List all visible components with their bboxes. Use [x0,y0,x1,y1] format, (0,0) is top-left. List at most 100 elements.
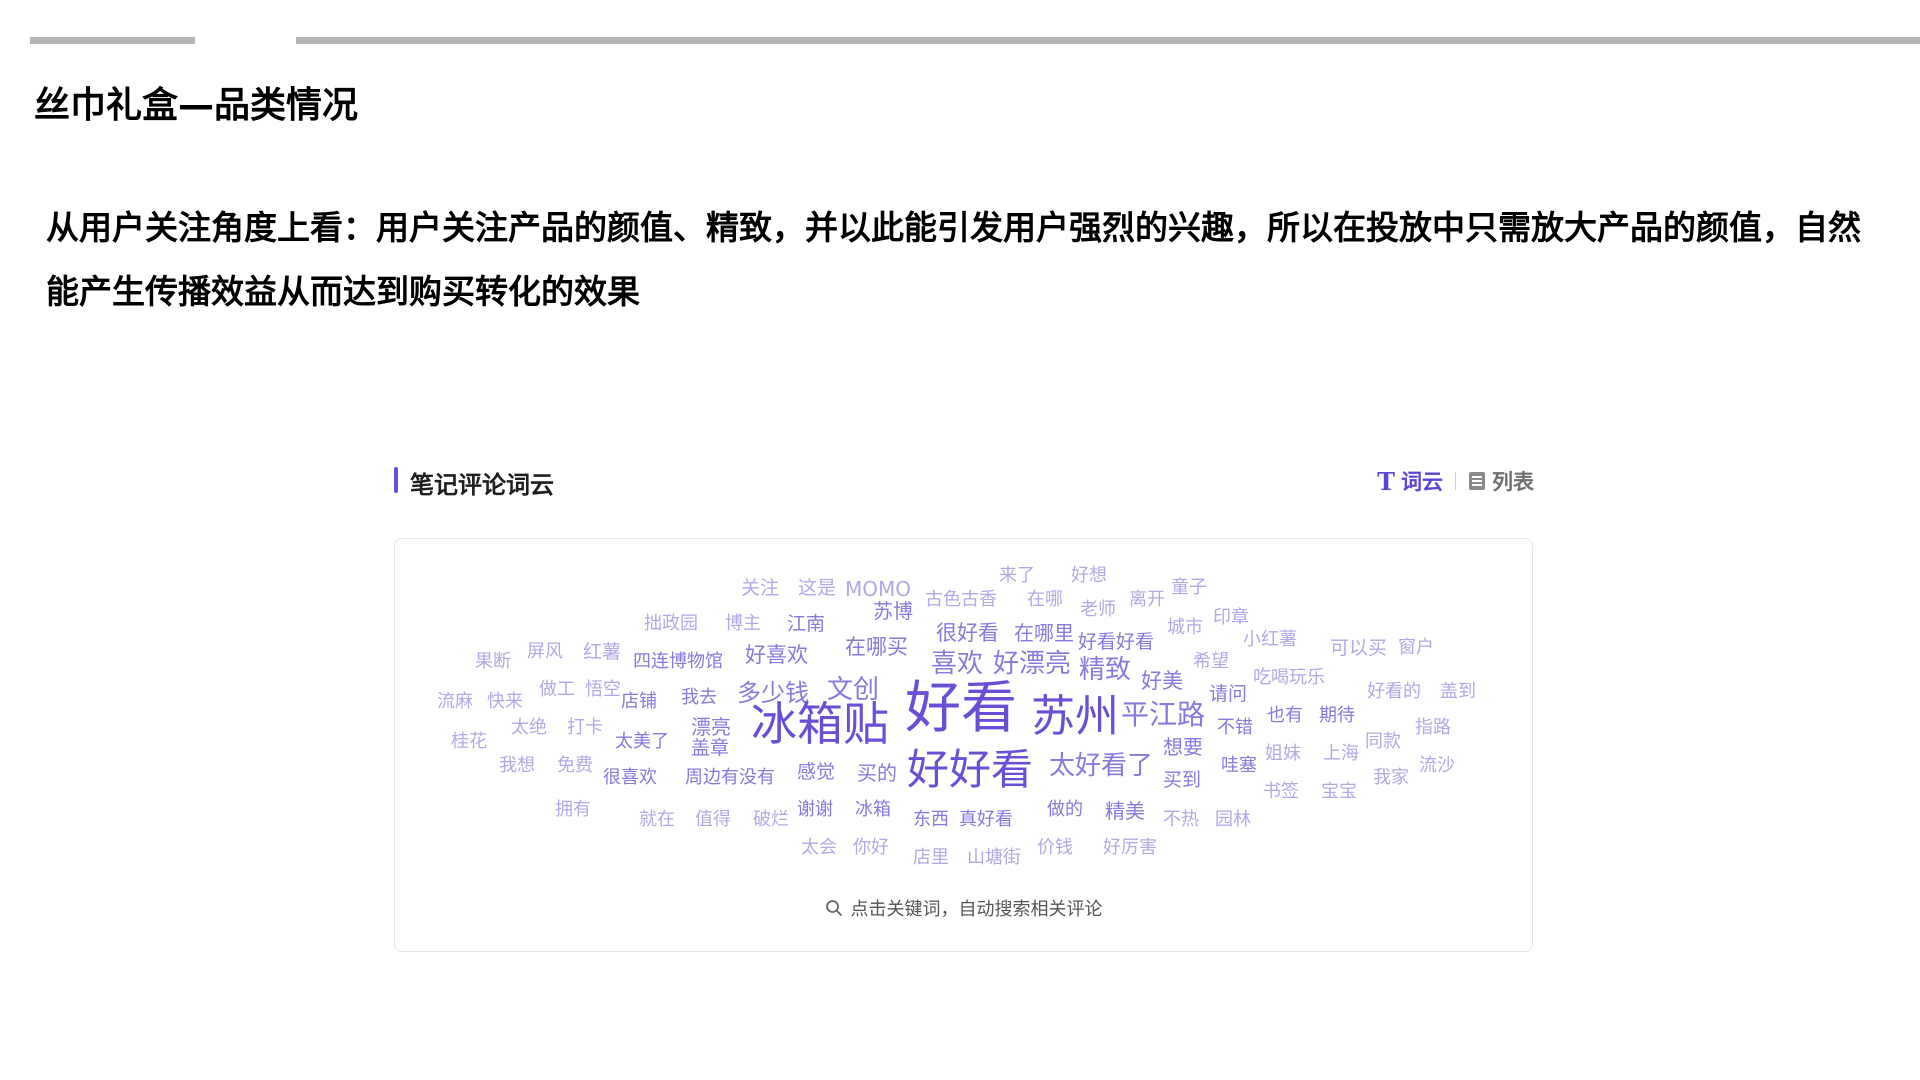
wordcloud-word[interactable]: 这是 [798,579,836,598]
wordcloud-word[interactable]: 好看 [905,681,1017,737]
tab-wordcloud[interactable]: T 词云 [1377,466,1443,496]
wordcloud-word[interactable]: 屏风 [527,643,563,661]
wordcloud-word[interactable]: 价钱 [1037,839,1073,857]
wordcloud-word[interactable]: 免费 [557,757,593,775]
wordcloud-word[interactable]: 太美了 [615,733,669,751]
wordcloud-word[interactable]: 买的 [857,763,897,783]
wordcloud-word[interactable]: 山塘街 [967,849,1021,867]
wordcloud-word[interactable]: 希望 [1193,653,1229,671]
wordcloud-word[interactable]: 离开 [1129,591,1165,609]
wordcloud-word[interactable]: 印章 [1213,609,1249,627]
tab-list[interactable]: 列表 [1468,466,1534,496]
wordcloud-word[interactable]: 童子 [1171,579,1207,597]
wordcloud-word[interactable]: 好厉害 [1103,839,1157,857]
wordcloud-word[interactable]: 店里 [913,849,949,867]
wordcloud-word[interactable]: 拥有 [555,801,591,819]
accent-bar [394,467,398,493]
wordcloud-word[interactable]: 盖到 [1440,683,1476,701]
wordcloud-box: 关注 这是 MOMO 古色古香 来了 好想 童子 苏博 在哪 老师 离开 印章 拙政园 博主 江南 很好看 在哪… [394,538,1533,952]
wordcloud-word[interactable]: 吃喝玩乐 [1253,669,1325,687]
wordcloud-word[interactable]: 太绝 [511,719,547,737]
wordcloud-word[interactable]: 值得 [695,811,731,829]
wordcloud-word[interactable]: 城市 [1167,619,1203,637]
wordcloud-word[interactable]: 窗户 [1398,639,1434,657]
wordcloud-word[interactable]: 谢谢 [797,801,833,819]
wordcloud-word[interactable]: 感觉 [797,763,835,782]
wordcloud-word[interactable]: 在哪买 [845,637,908,658]
wordcloud-word[interactable]: 就在 [639,811,675,829]
wordcloud-word[interactable]: 平江路 [1121,701,1205,729]
wordcloud-word[interactable]: 冰箱贴 [751,701,889,747]
wordcloud-word[interactable]: 来了 [999,567,1035,585]
wordcloud-word[interactable]: 指路 [1415,719,1451,737]
wordcloud-word[interactable]: 可以买 [1330,639,1387,658]
wordcloud-word[interactable]: 好好看 [907,749,1033,791]
wordcloud-word[interactable]: 同款 [1365,733,1401,751]
wordcloud-word[interactable]: 东西 [913,811,949,829]
wordcloud-word[interactable]: 不热 [1163,811,1199,829]
wordcloud-word[interactable]: 博主 [725,615,761,633]
wordcloud-word[interactable]: 太会 [801,839,837,857]
wordcloud-word[interactable]: 请问 [1209,685,1247,704]
wordcloud-word[interactable]: 不错 [1217,719,1253,737]
wordcloud-word[interactable]: 书签 [1263,783,1299,801]
wordcloud-word[interactable]: 店铺 [621,693,657,711]
wordcloud-word[interactable]: 苏州 [1031,695,1119,739]
wordcloud-word[interactable]: 好想 [1071,567,1107,585]
wordcloud-word[interactable]: 古色古香 [925,591,997,609]
wordcloud-word[interactable]: 关注 [741,579,779,598]
wordcloud-word[interactable]: 小红薯 [1243,631,1297,649]
wordcloud-word[interactable]: MOMO [845,579,911,599]
wordcloud-word[interactable]: 想要 [1163,737,1203,757]
top-divider-right [296,37,1920,44]
wordcloud-word[interactable]: 拙政园 [644,615,698,633]
view-toggle: T 词云 列表 [1377,466,1534,496]
wordcloud-word[interactable]: 流沙 [1419,757,1455,775]
wordcloud-word[interactable]: 喜欢 [931,651,983,677]
wordcloud-word[interactable]: 苏博 [873,601,913,621]
wordcloud-word[interactable]: 在哪 [1027,591,1063,609]
wordcloud-word[interactable]: 哇塞 [1221,757,1257,775]
wordcloud-word[interactable]: 冰箱 [855,801,891,819]
wordcloud-word[interactable]: 漂亮 [691,717,731,737]
wordcloud-word[interactable]: 江南 [787,615,825,634]
wordcloud-word[interactable]: 好美 [1141,671,1183,692]
wordcloud-word[interactable]: 做工 [539,681,575,699]
wordcloud-word[interactable]: 精美 [1105,801,1145,821]
wordcloud-word[interactable]: 我去 [681,689,717,707]
wordcloud-word[interactable]: 破烂 [753,811,789,829]
wordcloud-word[interactable]: 盖章 [691,739,729,758]
wordcloud-word[interactable]: 好漂亮 [993,651,1071,677]
wordcloud-word[interactable]: 宝宝 [1321,783,1357,801]
wordcloud-word[interactable]: 真好看 [959,811,1013,829]
wordcloud-word[interactable]: 桂花 [451,733,487,751]
wordcloud-word[interactable]: 上海 [1323,745,1359,763]
wordcloud-word[interactable]: 很喜欢 [603,769,657,787]
wordcloud-word[interactable]: 很好看 [936,623,999,644]
wordcloud-word[interactable]: 快来 [487,693,523,711]
wordcloud-word[interactable]: 果断 [475,653,511,671]
wordcloud-word[interactable]: 好看的 [1367,683,1421,701]
wordcloud-word[interactable]: 红薯 [583,643,621,662]
wordcloud-word[interactable]: 周边有没有 [685,769,775,787]
wordcloud-word[interactable]: 精致 [1079,657,1131,683]
wordcloud-word[interactable]: 你好 [853,839,889,857]
wordcloud-word[interactable]: 期待 [1319,707,1355,725]
wordcloud-word[interactable]: 悟空 [585,681,621,699]
wordcloud-word[interactable]: 好喜欢 [745,645,808,666]
wordcloud-word[interactable]: 做的 [1047,801,1083,819]
wordcloud-word[interactable]: 流麻 [437,693,473,711]
wordcloud-word[interactable]: 园林 [1215,811,1251,829]
wordcloud-word[interactable]: 太好看了 [1049,753,1153,779]
wordcloud-word[interactable]: 我想 [499,757,535,775]
wordcloud-word[interactable]: 打卡 [567,719,603,737]
wordcloud-word[interactable]: 我家 [1373,769,1409,787]
wordcloud-word[interactable]: 四连博物馆 [633,653,723,671]
wordcloud-word[interactable]: 买到 [1163,771,1201,790]
wordcloud-word[interactable]: 也有 [1267,707,1303,725]
wordcloud-panel-header: 笔记评论词云 T 词云 列表 [394,464,1534,499]
wordcloud-word[interactable]: 好看好看 [1078,633,1154,652]
wordcloud-word[interactable]: 姐妹 [1265,745,1301,763]
wordcloud-word[interactable]: 老师 [1080,601,1116,619]
wordcloud-word[interactable]: 在哪里 [1014,623,1074,643]
